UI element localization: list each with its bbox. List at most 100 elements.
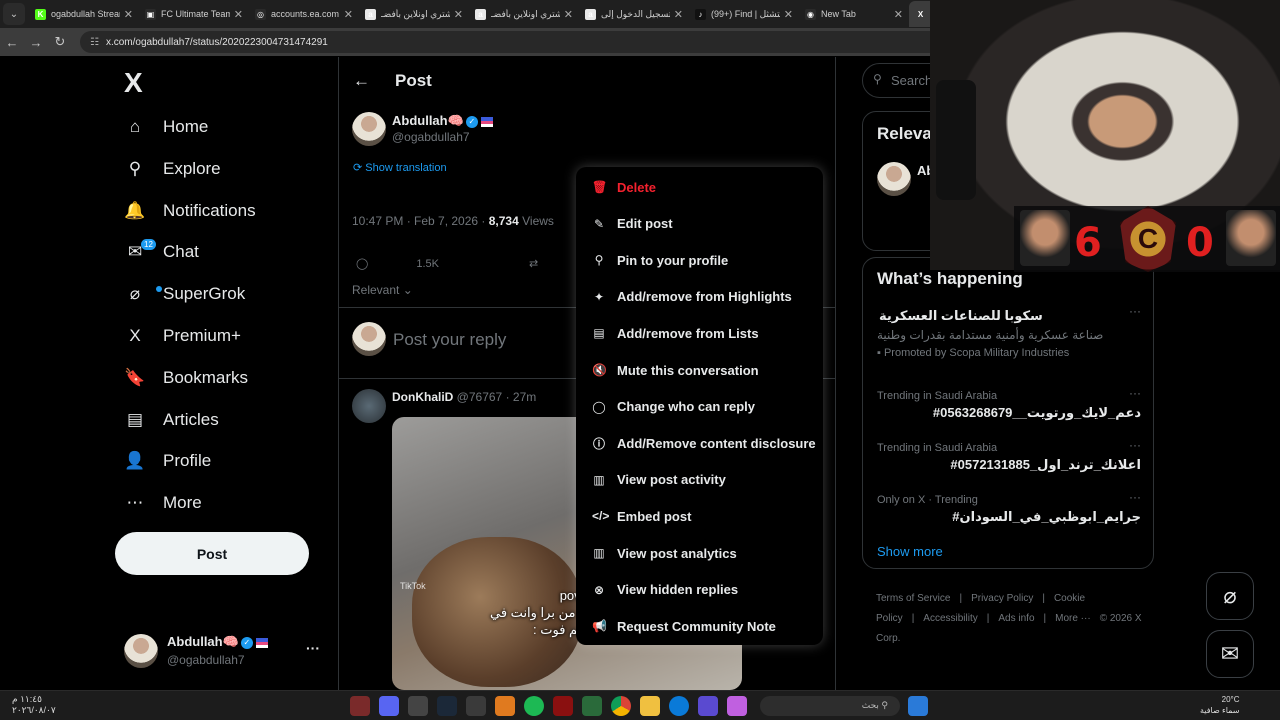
reply-action[interactable]: ◯ 1.5K <box>356 257 484 270</box>
footer-link[interactable]: Terms of Service <box>876 593 950 604</box>
browser-tab[interactable]: Kogabdullah Stream ✕ <box>29 1 139 27</box>
menu-item-mute-this-conversation[interactable]: 🔇 Mute this conversation <box>576 352 823 388</box>
menu-item-add-remove-from-lists[interactable]: ▤ Add/remove from Lists <box>576 315 823 351</box>
discord-icon[interactable] <box>379 696 399 716</box>
chrome-icon[interactable] <box>611 696 631 716</box>
menu-item-edit-post[interactable]: ✎ Edit post <box>576 206 823 242</box>
spotify-icon[interactable] <box>524 696 544 716</box>
app-icon[interactable] <box>495 696 515 716</box>
browser-tab[interactable]: a تسجيل الدخول إلى ✕ <box>579 1 689 27</box>
author-name-row[interactable]: Abdullah🧠 ✓ <box>392 113 493 129</box>
close-icon[interactable]: ✕ <box>124 8 133 21</box>
menu-item-add-remove-content-disclosure[interactable]: ⓘ Add/Remove content disclosure <box>576 425 823 461</box>
more-icon[interactable]: ··· <box>1129 490 1141 504</box>
browser-tab[interactable]: ♪ (99+) Find | التشثل ✕ <box>689 1 799 27</box>
menu-item-request-community-note[interactable]: 📢 Request Community Note <box>576 608 823 644</box>
windows-start-icon[interactable] <box>908 696 928 716</box>
close-icon[interactable]: ✕ <box>454 8 463 21</box>
reply-input[interactable]: Post your reply <box>393 330 506 350</box>
avatar[interactable] <box>352 389 386 423</box>
browser-tab[interactable]: a اشتري اونلاين بأفضـ ✕ <box>359 1 469 27</box>
nav-item-home[interactable]: ⌂ Home <box>124 109 209 145</box>
more-icon[interactable]: ··· <box>1129 304 1141 318</box>
nav-item-explore[interactable]: ⚲ Explore <box>124 151 221 187</box>
forward-icon[interactable]: → <box>24 35 48 50</box>
menu-item-view-hidden-replies[interactable]: ⊗ View hidden replies <box>576 572 823 608</box>
nav-label: More <box>163 493 202 513</box>
account-switcher[interactable]: Abdullah🧠 ✓ @ogabdullah7 ··· <box>124 632 324 670</box>
menu-item-change-who-can-reply[interactable]: ◯ Change who can reply <box>576 389 823 425</box>
nav-item-bookmarks[interactable]: 🔖 Bookmarks <box>124 360 248 396</box>
app-icon[interactable] <box>350 696 370 716</box>
menu-item-view-post-activity[interactable]: ▥ View post activity <box>576 462 823 498</box>
menu-item-pin-to-your-profile[interactable]: ⚲ Pin to your profile <box>576 242 823 278</box>
more-icon[interactable]: ··· <box>1129 386 1141 400</box>
author-handle[interactable]: @ogabdullah7 <box>392 130 470 144</box>
more-icon[interactable]: ··· <box>1129 438 1141 452</box>
close-icon[interactable]: ✕ <box>344 8 353 21</box>
footer-link[interactable]: Accessibility <box>923 613 977 624</box>
messages-fab-icon[interactable]: ✉ <box>1206 630 1254 678</box>
copilot-icon[interactable] <box>727 696 747 716</box>
show-more-link[interactable]: Show more <box>877 544 943 559</box>
promoted-item[interactable]: ··· سكوبا للصناعات العسكرية صناعة عسكرية… <box>877 304 1141 359</box>
close-icon[interactable]: ✕ <box>674 8 683 21</box>
nav-item-more[interactable]: ⋯ More <box>124 485 202 521</box>
browser-tab[interactable]: ◉ New Tab ✕ <box>799 1 909 27</box>
avatar[interactable] <box>352 112 386 146</box>
footer-link[interactable]: Ads info <box>998 613 1034 624</box>
avatar[interactable] <box>877 162 911 196</box>
site-info-icon[interactable]: ☷ <box>90 37 99 48</box>
reload-icon[interactable]: ↻ <box>48 34 72 50</box>
reply-author-name[interactable]: DonKhaliD <box>392 390 453 404</box>
show-translation-link[interactable]: ⟳ Show translation <box>353 161 447 174</box>
nav-item-profile[interactable]: 👤 Profile <box>124 443 211 479</box>
app-icon[interactable] <box>553 696 573 716</box>
tab-search-dropdown[interactable]: ⌄ <box>3 3 25 25</box>
nav-item-articles[interactable]: ▤ Articles <box>124 402 219 438</box>
menu-item-label: Edit post <box>617 216 673 232</box>
nav-item-premium-[interactable]: X Premium+ <box>124 318 241 354</box>
menu-item-delete[interactable]: 🗑 Delete <box>576 169 823 205</box>
menu-item-add-remove-from-highlights[interactable]: ✦ Add/remove from Highlights <box>576 279 823 315</box>
taskbar-search[interactable]: بحث ⚲ <box>760 696 900 716</box>
tab-title: New Tab <box>821 9 856 19</box>
footer-link[interactable]: More ··· <box>1055 613 1091 624</box>
nav-item-notifications[interactable]: 🔔 Notifications <box>124 193 255 229</box>
ad-name: سكوبا للصناعات العسكرية <box>879 308 1043 323</box>
browser-tab[interactable]: ▣ FC Ultimate Team ✕ <box>139 1 249 27</box>
nav-item-chat[interactable]: ✉ 12 Chat <box>124 234 199 270</box>
browser-tab[interactable]: ◎ accounts.ea.com ✕ <box>249 1 359 27</box>
x-logo-icon[interactable]: X <box>124 67 143 99</box>
close-icon[interactable]: ✕ <box>784 8 793 21</box>
reply-sort-dropdown[interactable]: Relevant ⌄ <box>352 283 413 297</box>
taskbar-clock[interactable]: ١١:٤٥ م ٢٠٢٦/٠٨/٠٧ <box>12 694 56 716</box>
post-time[interactable]: 10:47 PM · Feb 7, 2026 · <box>352 214 489 228</box>
address-bar[interactable]: ☷ x.com/ogabdullah7/status/2020223004731… <box>80 31 980 53</box>
menu-item-view-post-analytics[interactable]: ▥ View post analytics <box>576 535 823 571</box>
trend-item[interactable]: ··· Trending in Saudi Arabia #دعم_لايك_ورت… <box>877 386 1141 421</box>
menu-item-embed-post[interactable]: </> Embed post <box>576 498 823 534</box>
weather-widget[interactable]: 20°C سماء صافية <box>1200 694 1240 716</box>
close-icon[interactable]: ✕ <box>234 8 243 21</box>
footer-link[interactable]: Privacy Policy <box>971 593 1033 604</box>
more-icon[interactable]: ··· <box>306 640 320 656</box>
app-icon[interactable] <box>582 696 602 716</box>
trend-item[interactable]: ··· Only on X · Trending #جرايم_ابوظبي_في_… <box>877 490 1141 525</box>
post-button[interactable]: Post <box>115 532 309 575</box>
nav-item-supergrok[interactable]: ⌀ SuperGrok <box>124 276 245 312</box>
file-explorer-icon[interactable] <box>640 696 660 716</box>
steam-icon[interactable] <box>437 696 457 716</box>
edge-icon[interactable] <box>669 696 689 716</box>
browser-tab[interactable]: a اشتري اونلاين بأفضـ ✕ <box>469 1 579 27</box>
teams-icon[interactable] <box>698 696 718 716</box>
close-icon[interactable]: ✕ <box>564 8 573 21</box>
back-icon[interactable]: ← <box>0 35 24 50</box>
grok-fab-icon[interactable]: ⌀ <box>1206 572 1254 620</box>
app-icon[interactable] <box>408 696 428 716</box>
app-icon[interactable] <box>466 696 486 716</box>
back-arrow-icon[interactable]: ← <box>353 71 370 91</box>
close-icon[interactable]: ✕ <box>894 8 903 21</box>
tab-title: FC Ultimate Team <box>161 9 230 19</box>
trend-item[interactable]: ··· Trending in Saudi Arabia #اعلانك_ترند_… <box>877 438 1141 473</box>
